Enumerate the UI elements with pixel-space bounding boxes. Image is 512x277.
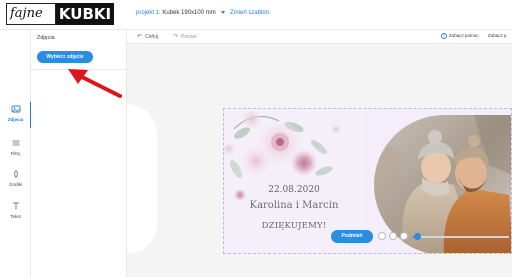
- logo[interactable]: fajne KUBKI: [6, 3, 114, 25]
- panel-title: Zdjęcia: [37, 35, 55, 41]
- rotate-left-icon[interactable]: [378, 232, 386, 240]
- project-name: Kubek 190x100 mm: [162, 10, 216, 16]
- graphics-icon: [13, 169, 18, 179]
- rotate-right-icon[interactable]: [389, 232, 397, 240]
- image-icon: [11, 105, 20, 113]
- event-date[interactable]: 22.08.2020: [224, 185, 364, 195]
- top-header: fajne KUBKI projekt 1: Kubek 190x100 mm …: [0, 0, 512, 30]
- logo-text-script: fajne: [6, 3, 56, 25]
- help-label-2: Zobacz p: [488, 33, 507, 38]
- red-arrow-annotation: [68, 69, 122, 98]
- chevron-down-icon: [221, 10, 226, 14]
- rail-item-label: Tekst: [10, 214, 21, 219]
- zoom-slider-track[interactable]: [413, 236, 509, 238]
- tool-rail: Zdjęcia Filtry Grafiki Tekst: [0, 30, 32, 277]
- undo-button[interactable]: ↶ Cofnij: [137, 33, 158, 40]
- rail-item-label: Filtry: [10, 151, 21, 156]
- rail-item-photos[interactable]: Zdjęcia: [0, 100, 32, 130]
- photo-controls: Podmień: [331, 230, 512, 244]
- redo-label: Ponów: [181, 34, 197, 40]
- rail-item-label: Grafiki: [8, 182, 22, 187]
- text-icon: [12, 202, 19, 210]
- rail-item-filters[interactable]: Filtry: [0, 134, 31, 164]
- redo-icon: ↷: [173, 34, 179, 40]
- mug-handle-ghost: [127, 104, 157, 254]
- project-prefix: projekt 1:: [136, 10, 161, 16]
- logo-text-bold: KUBKI: [56, 3, 114, 25]
- undo-label: Cofnij: [145, 34, 158, 40]
- redo-button[interactable]: ↷ Ponów: [173, 33, 196, 40]
- help-link[interactable]: ? Zobacz pomoc: [441, 33, 479, 39]
- editor-root: fajne KUBKI projekt 1: Kubek 190x100 mm …: [0, 0, 512, 277]
- rail-item-label: Zdjęcia: [7, 117, 24, 122]
- filter-icon: [12, 140, 19, 146]
- change-template-link[interactable]: Zmień szablon: [230, 10, 269, 16]
- rail-item-graphics[interactable]: Grafiki: [0, 165, 31, 195]
- replace-photo-button[interactable]: Podmień: [331, 230, 373, 243]
- zoom-slider-handle[interactable]: [414, 233, 422, 240]
- help-label: Zobacz pomoc: [449, 33, 479, 39]
- undo-icon: ↶: [137, 34, 143, 40]
- help-link-2[interactable]: Zobacz p: [488, 33, 507, 38]
- design-canvas[interactable]: 22.08.2020 Karolina i Marcin DZIĘKUJEMY!: [127, 44, 512, 277]
- choose-photo-button[interactable]: Wybierz zdjęcie: [37, 51, 93, 63]
- canvas-toolbar: ↶ Cofnij ↷ Ponów ? Zobacz pomoc Zobacz p: [127, 30, 512, 44]
- rail-item-text[interactable]: Tekst: [0, 197, 31, 227]
- zoom-out-icon[interactable]: [400, 232, 408, 240]
- couple-names[interactable]: Karolina i Marcin: [224, 200, 364, 211]
- help-icon: ?: [441, 33, 447, 39]
- project-selector[interactable]: projekt 1: Kubek 190x100 mm: [136, 10, 226, 16]
